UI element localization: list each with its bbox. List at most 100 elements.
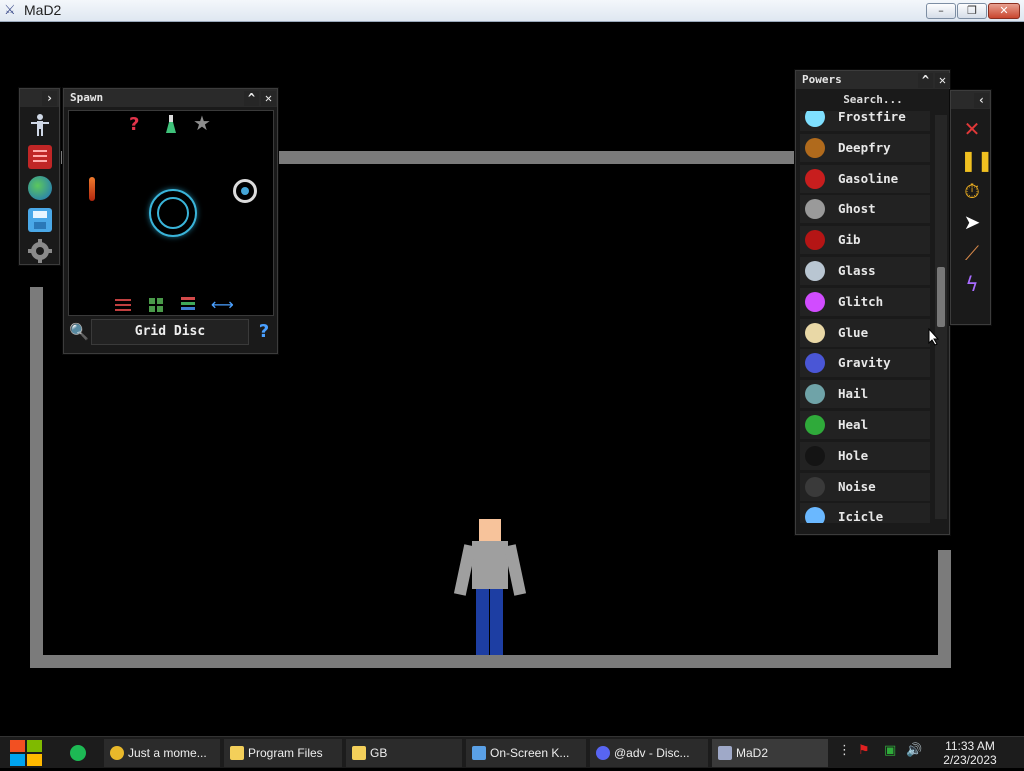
power-item[interactable]: Gasoline [800, 164, 930, 193]
powers-list[interactable]: Frostfire Deepfry Gasoline Ghost Gib Glass Gli… [800, 111, 932, 523]
power-item-label: Heal [838, 417, 869, 432]
spawn-header: Spawn ^ ✕ [64, 89, 277, 107]
flame-object-icon [89, 177, 95, 201]
power-item-label: Icicle [838, 509, 884, 523]
taskbar-item[interactable]: On-Screen K... [466, 739, 586, 767]
taskbar: Just a mome... Program Files GB On-Screen K… [0, 736, 1024, 768]
taskbar-item[interactable]: MaD2 [712, 739, 828, 767]
taskbar-item[interactable]: GB [346, 739, 462, 767]
list-view-icon[interactable] [181, 296, 195, 312]
taskbar-item-label: Program Files [248, 746, 323, 760]
ragdoll-left-leg[interactable] [476, 589, 489, 655]
close-button[interactable]: ✕ [988, 3, 1020, 19]
power-item[interactable]: Glass [800, 257, 930, 285]
targeting-object-icon [233, 179, 257, 203]
powers-close-button[interactable]: ✕ [935, 73, 950, 88]
maximize-button[interactable]: ❐ [957, 3, 987, 19]
spawn-preview[interactable]: ? ★ ⟷ [68, 110, 274, 316]
volume-icon[interactable]: 🔊 [906, 743, 922, 758]
start-button[interactable] [8, 739, 44, 767]
discord-icon [596, 746, 610, 760]
mad2-window: ⚔ MaD2 – ❐ ✕ › Spawn ^ ✕ ? ★ ⟷ 🔍 Grid Di… [0, 0, 1024, 768]
power-item[interactable]: Icicle [800, 503, 930, 523]
gear-icon[interactable] [28, 239, 52, 263]
taskbar-item[interactable]: Just a mome... [104, 739, 220, 767]
ragdoll-head[interactable] [479, 519, 501, 541]
mad2-icon [718, 746, 732, 760]
tray-overflow-icon[interactable]: ⋮ [838, 743, 851, 758]
minimize-button[interactable]: – [926, 3, 956, 19]
powers-scrollbar[interactable] [935, 115, 947, 519]
expand-toolbar-button[interactable]: › [42, 91, 57, 106]
grid-view-icon[interactable] [149, 297, 163, 312]
arena-floor [30, 655, 951, 668]
ragdoll-tool-icon[interactable] [28, 113, 52, 137]
glue-bottle-icon [805, 322, 825, 343]
swap-arrows-icon[interactable]: ⟷ [211, 295, 234, 314]
power-item[interactable]: Gravity [800, 349, 930, 378]
power-item-label: Noise [838, 478, 876, 494]
heal-icon [805, 415, 825, 435]
pause-icon[interactable]: ❚❚ [960, 148, 994, 172]
power-item-label: Gravity [838, 355, 891, 371]
right-toolbar-header: ‹ [951, 91, 990, 109]
chat-app-icon[interactable] [70, 745, 86, 761]
power-item[interactable]: Hail [800, 380, 930, 409]
power-item[interactable]: Gib [800, 226, 930, 255]
folder-icon [230, 746, 244, 760]
mad2-app-icon: ⚔ [4, 3, 16, 18]
powers-search-input[interactable]: Search... [800, 91, 946, 109]
power-item-label: Hail [838, 386, 869, 402]
power-item[interactable]: Hole [800, 441, 930, 470]
clock-time: 11:33 AM [945, 739, 995, 753]
help-icon[interactable]: ? [254, 321, 274, 343]
power-item[interactable]: Heal [800, 411, 930, 439]
spawn-close-button[interactable]: ✕ [261, 91, 276, 106]
globe-tool-icon[interactable] [28, 176, 52, 200]
power-item[interactable]: Glue [800, 318, 930, 347]
ragdoll-right-leg[interactable] [490, 589, 503, 655]
power-item[interactable]: Deepfry [800, 133, 930, 162]
taskbar-item-label: GB [370, 746, 388, 760]
power-item[interactable]: Ghost [800, 195, 930, 224]
gib-icon [805, 230, 825, 251]
cursor-icon[interactable]: ➤ [960, 210, 984, 234]
hail-icon [805, 384, 825, 405]
power-item-label: Frostfire [838, 111, 906, 124]
mouse-cursor-icon [928, 327, 940, 346]
flask-icon[interactable] [163, 114, 179, 134]
power-item-label: Deepfry [838, 139, 891, 155]
power-item[interactable]: Glitch [800, 287, 930, 316]
stopwatch-icon[interactable]: ⏱ [960, 179, 984, 203]
flag-icon[interactable]: ⚑ [858, 743, 870, 758]
clear-icon[interactable]: ✕ [960, 117, 984, 141]
sliders-icon[interactable] [115, 296, 131, 311]
taskbar-item[interactable]: @adv - Disc... [590, 739, 708, 767]
save-tool-icon[interactable] [28, 208, 52, 232]
lightning-icon[interactable]: ϟ [960, 272, 984, 296]
window-title: MaD2 [24, 2, 62, 18]
left-toolbar: › [19, 88, 60, 265]
ragdoll-torso[interactable] [472, 541, 508, 589]
arena-right-wall [938, 550, 951, 668]
glitch-icon [805, 291, 825, 312]
ghost-icon [805, 199, 825, 220]
powers-title: Powers [802, 73, 842, 86]
power-item-label: Ghost [838, 201, 876, 217]
power-item[interactable]: Frostfire [800, 111, 930, 131]
random-icon[interactable]: ? [129, 114, 139, 135]
keyboard-icon [472, 746, 486, 760]
network-icon[interactable]: ▣ [884, 743, 896, 758]
spawn-collapse-button[interactable]: ^ [244, 91, 259, 106]
power-item[interactable]: Noise [800, 472, 930, 501]
star-icon[interactable]: ★ [193, 111, 211, 135]
collapse-toolbar-button[interactable]: ‹ [974, 93, 989, 108]
book-tool-icon[interactable] [28, 145, 52, 169]
clock[interactable]: 11:33 AM 2/23/2023 [930, 739, 1010, 767]
taskbar-item[interactable]: Program Files [224, 739, 342, 767]
powers-scrollbar-thumb[interactable] [937, 267, 945, 327]
spawn-title: Spawn [70, 91, 104, 104]
knife-icon[interactable]: ⟋ [960, 241, 984, 265]
powers-collapse-button[interactable]: ^ [918, 73, 933, 88]
search-icon[interactable]: 🔍 [68, 322, 90, 344]
